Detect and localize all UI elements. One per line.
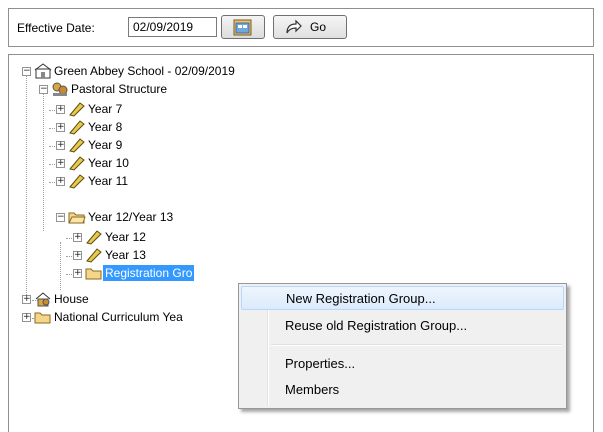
expand-toggle[interactable]: + [56, 159, 65, 168]
effective-date-input[interactable] [128, 17, 217, 37]
context-menu: New Registration Group... Reuse old Regi… [238, 283, 567, 409]
expand-toggle[interactable]: + [73, 251, 82, 260]
menu-item-members[interactable]: Members [241, 378, 564, 402]
pastoral-structure-icon [52, 82, 68, 96]
tree-label: Year 10 [88, 156, 129, 170]
menu-item-label: New Registration Group... [286, 291, 436, 306]
expand-toggle[interactable]: + [56, 177, 65, 186]
menu-separator [271, 344, 562, 346]
school-icon [34, 63, 52, 79]
date-toolbar: Effective Date: Go [8, 8, 594, 47]
house-icon [35, 292, 51, 307]
year-group-icon [69, 120, 85, 135]
tree-label: House [54, 292, 89, 306]
menu-item-new-registration-group[interactable]: New Registration Group... [241, 286, 564, 310]
folder-icon [34, 312, 51, 324]
expand-toggle[interactable]: + [73, 233, 82, 242]
expand-toggle[interactable]: + [73, 269, 82, 278]
calendar-icon [233, 19, 252, 36]
menu-item-reuse-registration-group[interactable]: Reuse old Registration Group... [241, 314, 564, 338]
tree-label: Year 9 [88, 138, 123, 152]
effective-date-label: Effective Date: [17, 21, 95, 35]
year-group-icon [69, 138, 85, 153]
go-button[interactable]: Go [273, 15, 347, 39]
year-group-icon [69, 102, 85, 117]
tree-label: Year 13 [105, 248, 146, 262]
tree-label: Year 11 [88, 174, 129, 188]
collapse-toggle[interactable]: − [22, 67, 31, 76]
tree-label: Year 12/Year 13 [88, 210, 174, 224]
year-group-icon [86, 248, 102, 263]
expand-toggle[interactable]: + [22, 313, 31, 322]
collapse-toggle[interactable]: − [56, 213, 65, 222]
go-arrow-icon [286, 19, 302, 34]
tree-label: Pastoral Structure [71, 82, 168, 96]
menu-item-label: Reuse old Registration Group... [285, 318, 468, 333]
menu-item-label: Members [285, 382, 340, 397]
folder-icon [85, 268, 102, 280]
expand-toggle[interactable]: + [22, 295, 31, 304]
year-group-icon [86, 230, 102, 245]
menu-item-label: Properties... [285, 356, 356, 371]
open-folder-icon [68, 212, 86, 224]
tree-label-selected: Registration Gro [103, 265, 195, 281]
expand-toggle[interactable]: + [56, 141, 65, 150]
expand-toggle[interactable]: + [56, 123, 65, 132]
tree-label: Year 7 [88, 102, 123, 116]
year-group-icon [69, 156, 85, 171]
collapse-toggle[interactable]: − [39, 85, 48, 94]
tree-label: Year 12 [105, 230, 146, 244]
menu-item-properties[interactable]: Properties... [241, 352, 564, 376]
expand-toggle[interactable]: + [56, 105, 65, 114]
tree-label: Green Abbey School - 02/09/2019 [54, 64, 235, 78]
tree-label: Year 8 [88, 120, 123, 134]
year-group-icon [69, 174, 85, 189]
tree-label: National Curriculum Yea [54, 310, 183, 324]
go-label: Go [310, 20, 327, 34]
calendar-button[interactable] [221, 15, 265, 39]
